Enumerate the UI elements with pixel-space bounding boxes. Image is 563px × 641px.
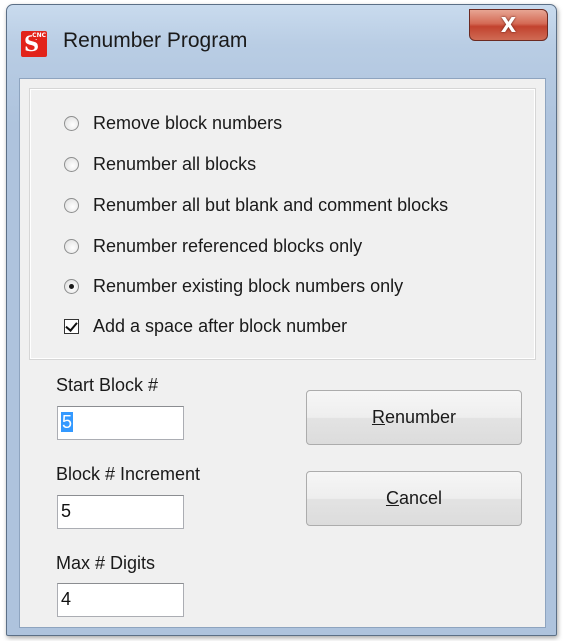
renumber-dialog: S CNC Renumber Program X Remove block nu… xyxy=(6,4,557,636)
cancel-mnemonic: C xyxy=(385,488,399,508)
radio-renumber-referenced-only[interactable] xyxy=(64,238,79,254)
radio-renumber-existing-only[interactable] xyxy=(64,278,79,294)
window-title: Renumber Program xyxy=(63,29,248,52)
option-renumber-all-but-blank[interactable]: Renumber all but blank and comment block… xyxy=(64,192,448,218)
start-block-value: 5 xyxy=(61,412,74,432)
app-logo-badge: CNC xyxy=(32,32,46,39)
option-label: Renumber existing block numbers only xyxy=(93,275,404,296)
renumber-label: enumber xyxy=(384,407,457,427)
option-label: Remove block numbers xyxy=(93,112,283,133)
checkbox-add-space[interactable] xyxy=(64,318,79,334)
start-block-label: Start Block # xyxy=(56,375,159,395)
close-button[interactable]: X xyxy=(469,9,548,41)
option-add-space[interactable]: Add a space after block number xyxy=(64,313,347,339)
dialog-body: Remove block numbers Renumber all blocks… xyxy=(19,78,546,628)
option-label: Renumber referenced blocks only xyxy=(93,235,363,256)
cancel-label: ancel xyxy=(398,488,443,508)
cancel-button[interactable]: Cancel xyxy=(306,471,522,526)
renumber-mnemonic: R xyxy=(371,407,385,427)
increment-label: Block # Increment xyxy=(56,464,201,484)
increment-input[interactable]: 5 xyxy=(57,495,184,529)
option-renumber-existing-only[interactable]: Renumber existing block numbers only xyxy=(64,273,403,299)
title-bar[interactable]: S CNC Renumber Program X xyxy=(7,5,556,77)
start-block-input[interactable]: 5 xyxy=(57,406,184,440)
max-digits-label: Max # Digits xyxy=(56,553,156,573)
radio-renumber-all-but-blank[interactable] xyxy=(64,197,79,213)
option-renumber-all-blocks[interactable]: Renumber all blocks xyxy=(64,151,256,177)
app-logo-icon: S CNC xyxy=(21,31,47,57)
max-digits-input[interactable]: 4 xyxy=(57,583,184,617)
radio-remove-block-numbers[interactable] xyxy=(64,115,79,131)
renumber-button[interactable]: Renumber xyxy=(306,390,522,445)
option-renumber-referenced-only[interactable]: Renumber referenced blocks only xyxy=(64,233,362,259)
option-label: Add a space after block number xyxy=(93,315,348,336)
close-icon: X xyxy=(500,13,517,37)
option-remove-block-numbers[interactable]: Remove block numbers xyxy=(64,110,282,136)
option-label: Renumber all blocks xyxy=(93,153,257,174)
radio-renumber-all-blocks[interactable] xyxy=(64,156,79,172)
option-label: Renumber all but blank and comment block… xyxy=(93,194,449,215)
options-group: Remove block numbers Renumber all blocks… xyxy=(29,88,536,360)
